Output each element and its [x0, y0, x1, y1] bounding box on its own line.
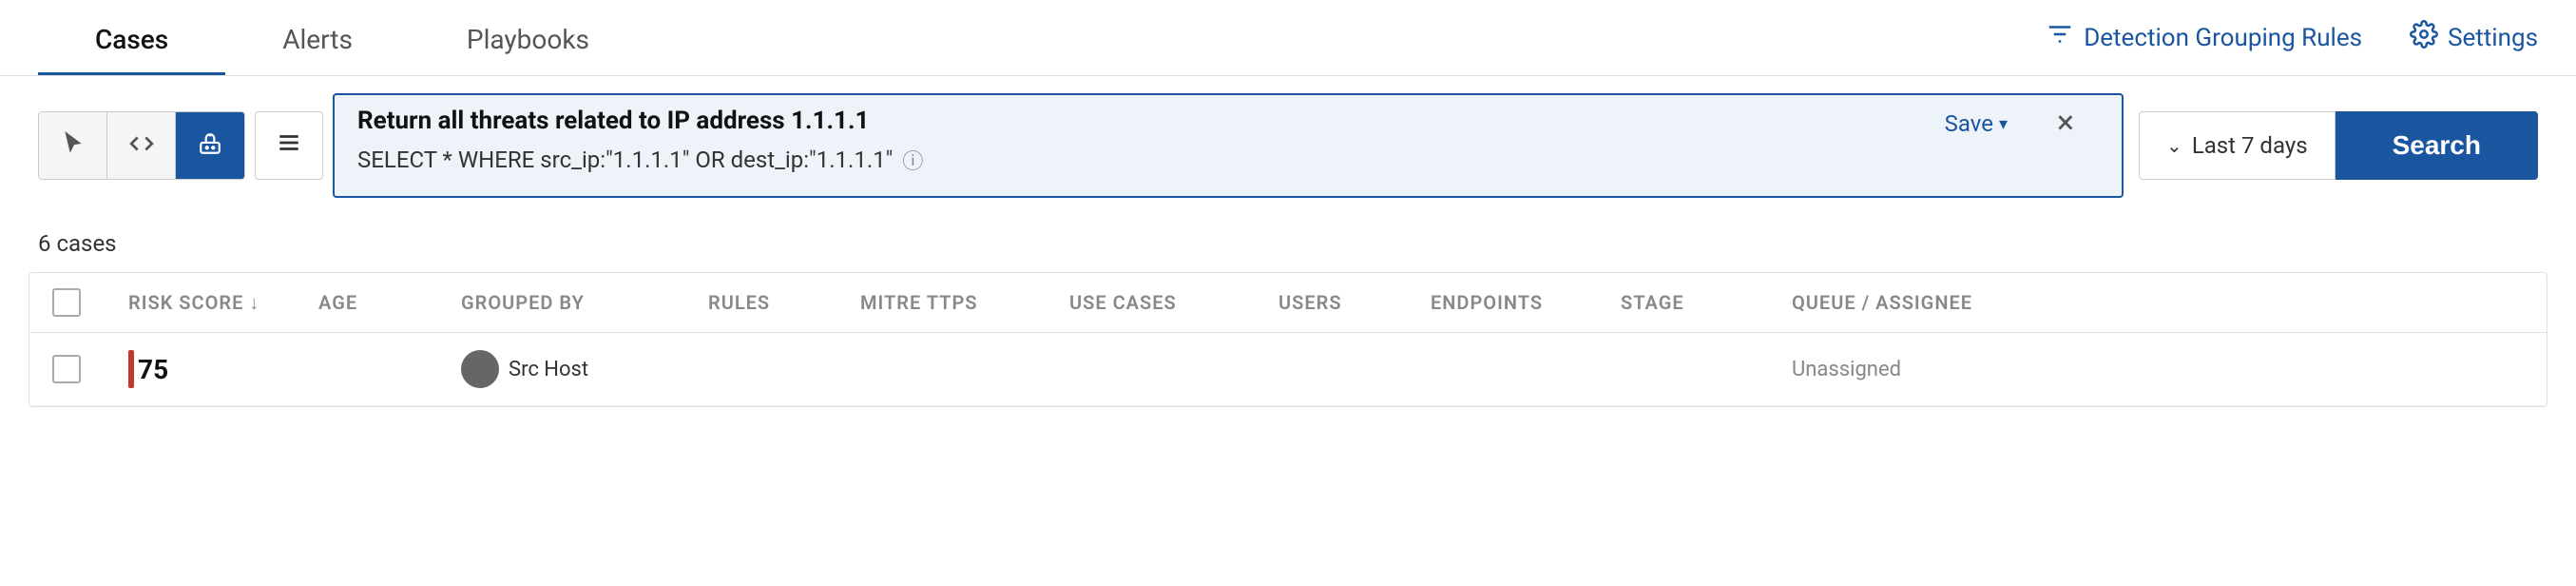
close-search-button[interactable]: × [2057, 107, 2074, 139]
filter-icon [2046, 20, 2074, 55]
search-query-title: Return all threats related to IP address… [357, 107, 2099, 135]
col-risk-score[interactable]: RISK SCORE ↓ [109, 291, 299, 315]
toolbar-row: Return all threats related to IP address… [0, 76, 2576, 215]
col-endpoints[interactable]: ENDPOINTS [1412, 291, 1602, 314]
col-users[interactable]: USERS [1259, 291, 1412, 314]
risk-bar [128, 350, 134, 388]
chevron-down-icon: ⌄ [2166, 134, 2182, 157]
results-table: RISK SCORE ↓ AGE GROUPED BY RULES MITRE … [29, 272, 2547, 407]
code-icon [129, 131, 154, 162]
code-tool-button[interactable] [107, 112, 176, 180]
right-controls: ⌄ Last 7 days Search [2139, 111, 2538, 180]
search-button[interactable]: Search [2336, 111, 2538, 180]
nav-right: Detection Grouping Rules Settings [2046, 20, 2538, 55]
save-button[interactable]: Save ▾ [1945, 110, 2008, 137]
cursor-tool-button[interactable] [39, 112, 107, 180]
col-rules[interactable]: RULES [689, 291, 841, 314]
detection-grouping-rules-button[interactable]: Detection Grouping Rules [2046, 20, 2362, 55]
settings-icon [2410, 20, 2438, 55]
nav-tabs: Cases Alerts Playbooks [38, 0, 646, 75]
cell-queue-assignee: Unassigned [1773, 358, 2524, 381]
search-box: Return all threats related to IP address… [333, 93, 2124, 198]
bot-icon [198, 131, 222, 162]
col-grouped-by[interactable]: GROUPED BY [442, 291, 689, 314]
cases-count: 6 cases [0, 215, 2576, 272]
table-row[interactable]: 75 Src Host Unassigned [29, 333, 2547, 406]
col-stage[interactable]: STAGE [1602, 291, 1773, 314]
top-navigation: Cases Alerts Playbooks Detection Groupin… [0, 0, 2576, 76]
cell-grouped-by: Src Host [442, 350, 689, 388]
settings-button[interactable]: Settings [2410, 20, 2538, 55]
date-filter-button[interactable]: ⌄ Last 7 days [2139, 111, 2336, 180]
tab-cases[interactable]: Cases [38, 24, 225, 75]
cursor-icon [61, 131, 86, 162]
col-queue-assignee[interactable]: QUEUE / ASSIGNEE [1773, 291, 2524, 314]
select-all-checkbox[interactable] [52, 288, 109, 317]
col-use-cases[interactable]: USE CASES [1050, 291, 1259, 314]
table-header: RISK SCORE ↓ AGE GROUPED BY RULES MITRE … [29, 273, 2547, 333]
col-mitre-ttps[interactable]: MITRE TTPS [841, 291, 1050, 314]
search-query-text: SELECT * WHERE src_ip:"1.1.1.1" OR dest_… [357, 145, 2099, 175]
settings-label: Settings [2448, 24, 2538, 52]
chevron-down-icon: ▾ [1999, 114, 2008, 134]
bot-tool-button[interactable] [176, 112, 244, 180]
list-icon [277, 130, 301, 161]
col-age[interactable]: AGE [299, 291, 442, 314]
info-icon[interactable]: ⓘ [902, 145, 923, 175]
tab-playbooks[interactable]: Playbooks [410, 24, 646, 75]
toolbar-icon-group [38, 111, 245, 180]
row-checkbox[interactable] [52, 355, 109, 383]
avatar [461, 350, 499, 388]
tab-alerts[interactable]: Alerts [225, 24, 410, 75]
list-view-button[interactable] [255, 111, 323, 180]
cell-risk-score: 75 [109, 350, 299, 388]
sort-icon: ↓ [249, 291, 260, 315]
detection-grouping-rules-label: Detection Grouping Rules [2084, 24, 2362, 52]
